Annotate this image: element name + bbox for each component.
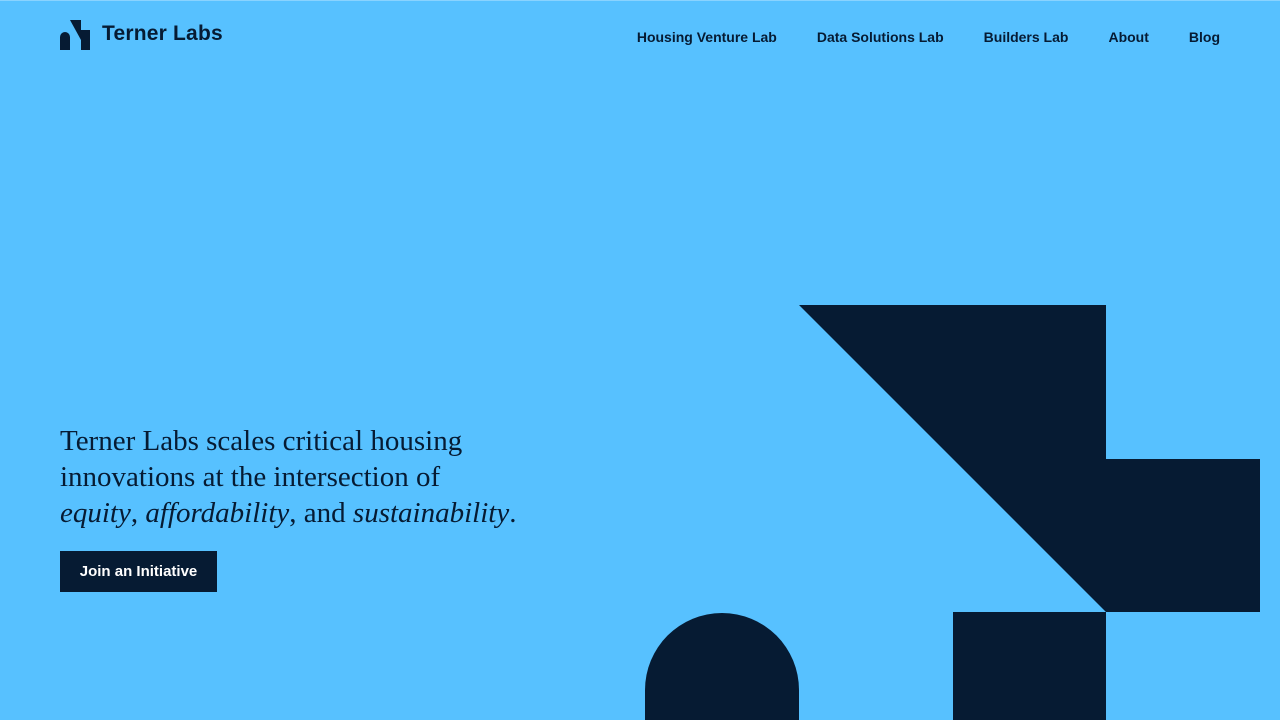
hero-word-equity: equity [60, 497, 131, 529]
join-initiative-button[interactable]: Join an Initiative [60, 551, 217, 592]
hero-word-affordability: affordability [145, 497, 290, 529]
nav-link-about[interactable]: About [1108, 28, 1148, 46]
arch-shape [645, 613, 799, 720]
nav-link-blog[interactable]: Blog [1189, 28, 1220, 46]
main-nav: Housing Venture Lab Data Solutions Lab B… [637, 28, 1220, 46]
nav-link-housing-venture-lab[interactable]: Housing Venture Lab [637, 28, 777, 46]
hero-separator: , [130, 497, 139, 529]
hero-word-sustainability: sustainability [352, 497, 510, 529]
nav-link-data-solutions-lab[interactable]: Data Solutions Lab [817, 28, 944, 46]
site-header: Terner Labs Housing Venture Lab Data Sol… [0, 0, 1280, 72]
nav-link-builders-lab[interactable]: Builders Lab [984, 28, 1069, 46]
hero-headline: Terner Labs scales critical housing inno… [60, 423, 580, 531]
terner-labs-mark-icon [60, 20, 90, 50]
hero-period: . [509, 497, 517, 529]
hero-intro: Terner Labs scales critical housing inno… [60, 425, 463, 493]
geometric-brand-shapes [645, 305, 1260, 720]
hero-separator: , and [289, 497, 346, 529]
square-shape [953, 612, 1106, 720]
logo-text: Terner Labs [102, 22, 223, 45]
triangle-shape [799, 305, 1260, 612]
logo-link[interactable]: Terner Labs [60, 20, 223, 50]
